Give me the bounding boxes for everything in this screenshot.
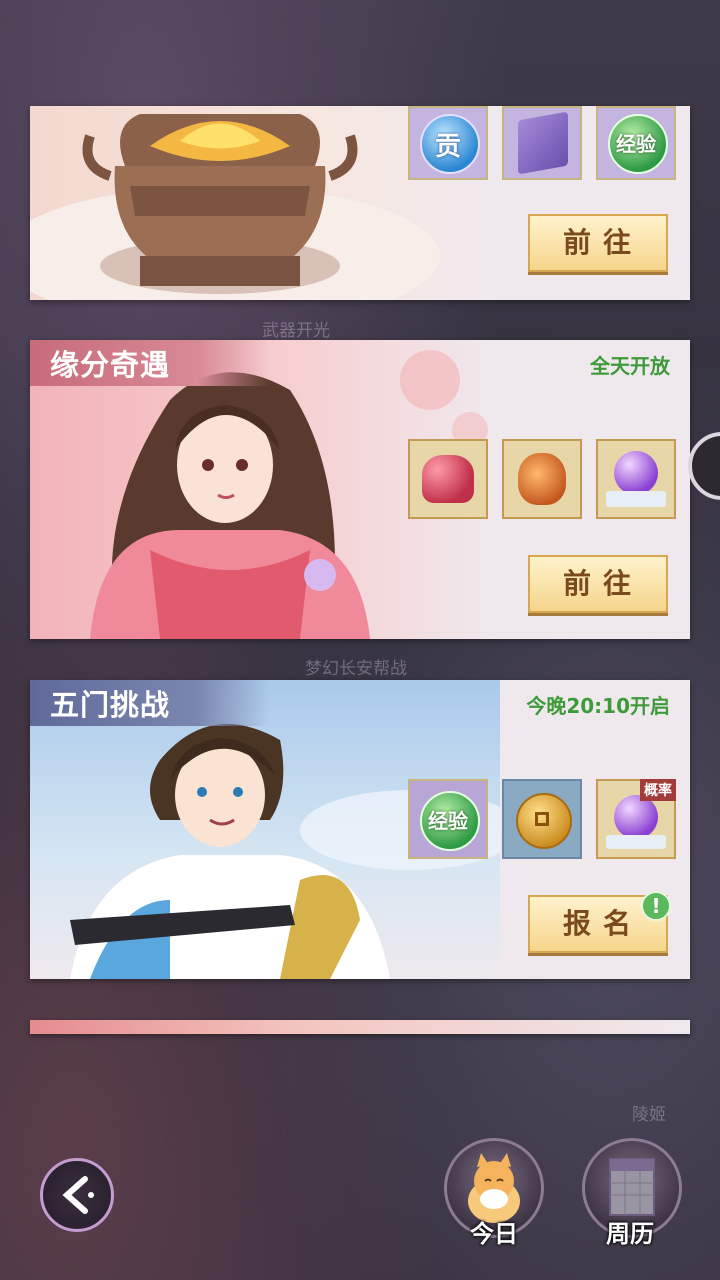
- reward-label: 经验: [616, 132, 656, 156]
- reward-label: 经验: [428, 809, 468, 833]
- reward-slot-3[interactable]: [596, 439, 676, 519]
- alert-badge: !: [641, 891, 671, 921]
- book-icon: [518, 111, 568, 175]
- cloth-icon: [606, 835, 666, 849]
- probability-tag: 概率: [640, 779, 676, 801]
- cloth-icon: [606, 491, 666, 507]
- reward-slot-1[interactable]: [408, 439, 488, 519]
- card-title: 五门挑战: [30, 680, 270, 726]
- reward-slot-1[interactable]: 贡: [408, 106, 488, 180]
- money-bag-icon: [518, 453, 566, 505]
- card-title: 缘分奇遇: [30, 340, 270, 386]
- back-arrow-icon: [62, 1176, 94, 1214]
- reward-slot-3[interactable]: 概率: [596, 779, 676, 859]
- activity-card-five-gates[interactable]: 五门挑战 今晚20:10开启 经验 概率 报名 !: [30, 680, 690, 979]
- activity-card-next[interactable]: [30, 1020, 690, 1034]
- bg-label-changan: 梦幻长安帮战: [305, 659, 407, 679]
- card-status: 今晚20:10开启: [526, 694, 670, 718]
- reward-slot-1[interactable]: 经验: [408, 779, 488, 859]
- card-status: 全天开放: [590, 354, 670, 378]
- go-button[interactable]: 前往: [528, 214, 668, 272]
- bg-label-weapon: 武器开光: [262, 321, 330, 341]
- purple-orb-icon: [614, 795, 658, 839]
- back-button[interactable]: [40, 1158, 114, 1232]
- rose-box-icon: [422, 455, 474, 503]
- side-toggle-button[interactable]: [688, 432, 720, 500]
- calendar-label: 周历: [606, 1220, 654, 1248]
- purple-orb-icon: [614, 451, 658, 495]
- reward-label: 贡: [434, 132, 461, 162]
- reward-slot-3[interactable]: 经验: [596, 106, 676, 180]
- card-title: [30, 1020, 270, 1034]
- today-label: 今日: [470, 1220, 518, 1248]
- coin-icon: [516, 793, 572, 849]
- reward-slot-2[interactable]: [502, 439, 582, 519]
- bg-label-npc: 陵姬: [632, 1105, 666, 1125]
- reward-slot-2[interactable]: [502, 106, 582, 180]
- go-button[interactable]: 前往: [528, 555, 668, 613]
- reward-slot-2[interactable]: [502, 779, 582, 859]
- activity-card-fate[interactable]: 缘分奇遇 全天开放 前往: [30, 340, 690, 639]
- activity-card-weapon[interactable]: 贡 经验 前往: [30, 106, 690, 300]
